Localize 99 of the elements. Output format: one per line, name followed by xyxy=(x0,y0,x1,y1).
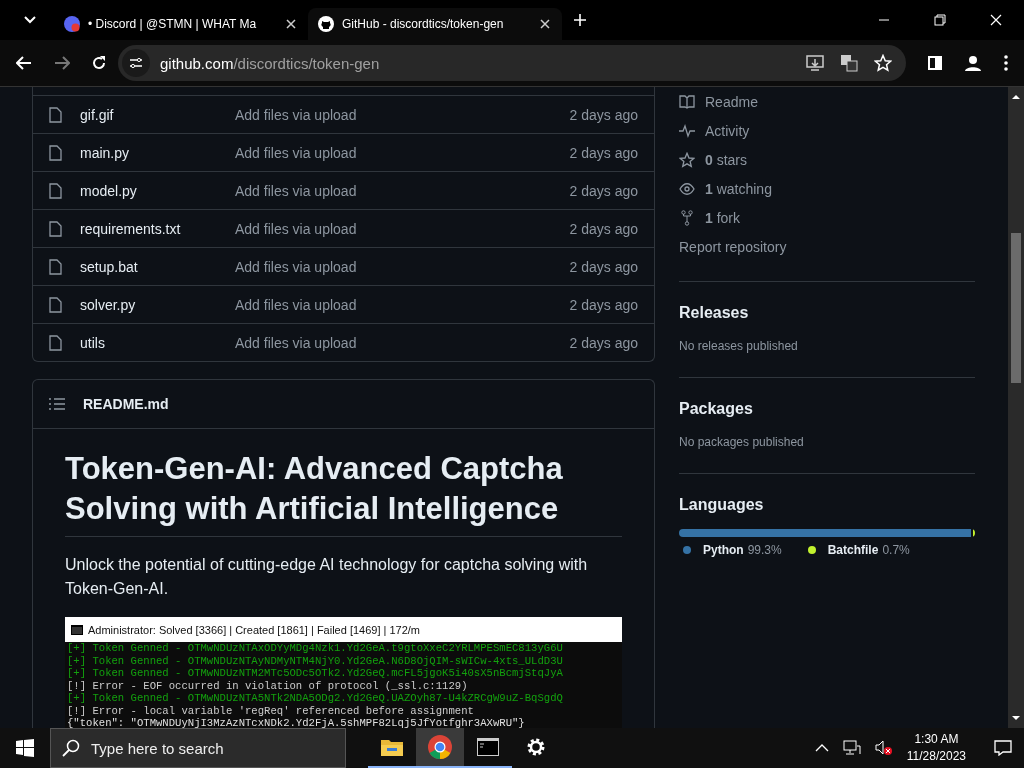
settings-icon xyxy=(525,736,547,758)
list-icon[interactable] xyxy=(49,398,65,410)
star-icon xyxy=(679,151,695,168)
close-icon[interactable] xyxy=(286,19,296,29)
cat-logo-icon xyxy=(318,16,334,32)
menu-icon[interactable] xyxy=(1004,55,1008,71)
commit-message-link[interactable]: Add files via upload xyxy=(235,220,570,237)
commit-message-link[interactable]: Add files via upload xyxy=(235,334,570,351)
console-line: [!] Error - local variable 'regReq' referenced before assignment xyxy=(66,704,475,717)
section-heading[interactable]: Packages xyxy=(679,400,975,418)
file-icon xyxy=(49,106,62,123)
file-icon xyxy=(49,258,62,275)
console-icon xyxy=(71,624,83,635)
commit-message-link[interactable]: Add files via upload xyxy=(235,296,570,313)
file-name-link[interactable]: requirements.txt xyxy=(80,220,235,237)
language-name[interactable]: Python xyxy=(703,543,744,557)
commit-message-link[interactable]: Add files via upload xyxy=(235,182,570,199)
language-percent: 99.3% xyxy=(747,543,782,557)
site-settings-icon[interactable] xyxy=(122,49,150,77)
back-arrow-icon[interactable] xyxy=(16,56,32,70)
console-title: Administrator: Solved [3366] | Created [1861] | Failed [1469] | 172/m xyxy=(88,623,421,636)
fork-icon xyxy=(679,209,695,226)
close-icon[interactable] xyxy=(540,19,550,29)
forward-arrow-icon[interactable] xyxy=(54,56,70,70)
url-text[interactable]: github.com/discordtics/token-gen xyxy=(160,54,380,72)
console-line: {"token": "OTMwNDUyNjI3MzAzNTcxNDk2.Yd2FjA.5shMPF82Lqj5JfYotfghr3AXwRU"} xyxy=(66,717,526,728)
commit-time: 2 days ago xyxy=(569,334,638,351)
taskbar-app-button[interactable] xyxy=(416,728,464,768)
commit-message-link[interactable]: Add files via upload xyxy=(235,258,570,275)
terminal-icon xyxy=(477,738,499,756)
search-icon xyxy=(62,739,80,757)
address-bar[interactable]: github.com/discordtics/token-gen xyxy=(118,45,906,81)
profile-icon[interactable] xyxy=(964,54,982,72)
scrollbar[interactable] xyxy=(1008,87,1024,728)
console-line: [+] Token Genned - OTMwNDUzNTAxODYyMDg4Nzk1.Yd2GeA.t9gtoXxeC2YRLMPESmEC813yG6U xyxy=(66,642,564,655)
folder-icon xyxy=(381,738,403,756)
reload-icon[interactable] xyxy=(92,56,106,70)
muted-speaker-icon[interactable] xyxy=(874,740,893,756)
language-percent: 0.7% xyxy=(882,543,910,557)
about-link[interactable]: Report repository xyxy=(679,238,787,255)
file-icon xyxy=(49,144,62,161)
commit-message-link[interactable]: Add files via upload xyxy=(235,106,570,123)
browser-tab[interactable]: GitHub - discordtics/token-gen xyxy=(308,8,562,40)
console-line: [+] Token Genned - OTMwNDUzNTM2MTc5ODc5OTk2.Yd2GeQ.mcFL5jgoK5i40sX5nBcmjStqJyA xyxy=(66,667,564,680)
console-line: [+] Token Genned - OTMwNDUzNTA5NTk2NDA5ODg2.Yd2GeQ.UAZOyh87-U4kZRCgW9uZ-BqSgdQ xyxy=(66,692,564,705)
console-line: [+] Token Genned - OTMwNDUzNTAyNDMyNTM4NjY0.Yd2GeA.N6D8OjQIM-sWICw-4xts_ULdD3U xyxy=(66,654,564,667)
section-note: No releases published xyxy=(679,339,799,353)
scroll-up-arrow-icon[interactable] xyxy=(1012,95,1020,99)
commit-message-link[interactable]: Add files via upload xyxy=(235,144,570,161)
file-icon xyxy=(49,220,62,237)
about-link[interactable]: 1 watching xyxy=(705,180,772,197)
commit-time: 2 days ago xyxy=(569,258,638,275)
browser-icon xyxy=(428,735,452,759)
readme-file-name: README.md xyxy=(83,396,169,412)
taskbar-search-field[interactable]: Type here to search xyxy=(50,728,346,768)
commit-time: 2 days ago xyxy=(569,296,638,313)
restore-icon[interactable] xyxy=(934,14,946,26)
commit-time: 2 days ago xyxy=(569,220,638,237)
caret-up-icon[interactable] xyxy=(814,744,829,752)
file-name-link[interactable]: main.py xyxy=(80,144,235,161)
star-icon[interactable] xyxy=(874,54,892,72)
about-link[interactable]: 1 fork xyxy=(705,209,741,226)
eye-icon xyxy=(679,182,695,195)
file-name-link[interactable]: setup.bat xyxy=(80,258,235,275)
about-link[interactable]: Activity xyxy=(705,122,750,139)
file-name-link[interactable]: utils xyxy=(80,334,235,351)
readme-heading: Token-Gen-AI: Advanced Captcha Solving with Artificial Intelligence xyxy=(65,449,622,537)
pulse-icon xyxy=(679,123,695,138)
book-icon xyxy=(679,94,695,109)
about-link[interactable]: 0 stars xyxy=(705,151,748,168)
console-line: [!] Error - EOF occurred in violation of protocol (_ssl.c:1129) xyxy=(66,679,469,692)
install-app-icon[interactable] xyxy=(806,55,824,71)
clock-date[interactable]: 11/28/2023 xyxy=(906,748,966,765)
file-icon xyxy=(49,296,62,313)
app-logo-icon xyxy=(64,16,80,32)
file-icon xyxy=(49,334,62,351)
commit-time: 2 days ago xyxy=(569,182,638,199)
commit-time: 2 days ago xyxy=(569,106,638,123)
file-name-link[interactable]: gif.gif xyxy=(80,106,235,123)
language-name[interactable]: Batchfile xyxy=(827,543,879,557)
network-icon[interactable] xyxy=(842,740,861,756)
file-name-link[interactable]: solver.py xyxy=(80,296,235,313)
file-name-link[interactable]: model.py xyxy=(80,182,235,199)
commit-time: 2 days ago xyxy=(569,144,638,161)
new-tab-icon[interactable] xyxy=(574,14,586,26)
readme-paragraph: Unlock the potential of cutting-edge AI technology for captcha solving with Token-Gen-AI. xyxy=(65,555,589,599)
scroll-thumb[interactable] xyxy=(1011,233,1021,383)
section-note: No packages published xyxy=(679,435,805,449)
tab-list-caret-icon[interactable] xyxy=(24,16,36,24)
file-icon xyxy=(49,182,62,199)
section-heading[interactable]: Releases xyxy=(679,304,975,322)
section-heading: Languages xyxy=(679,496,765,514)
clock-time[interactable]: 1:30 AM xyxy=(914,731,959,748)
translate-icon[interactable] xyxy=(840,54,858,72)
side-panel-icon[interactable] xyxy=(928,56,942,70)
notifications-icon[interactable] xyxy=(994,740,1012,756)
start-icon[interactable] xyxy=(16,739,34,757)
about-link[interactable]: Readme xyxy=(705,93,758,110)
scroll-down-arrow-icon[interactable] xyxy=(1012,716,1020,720)
